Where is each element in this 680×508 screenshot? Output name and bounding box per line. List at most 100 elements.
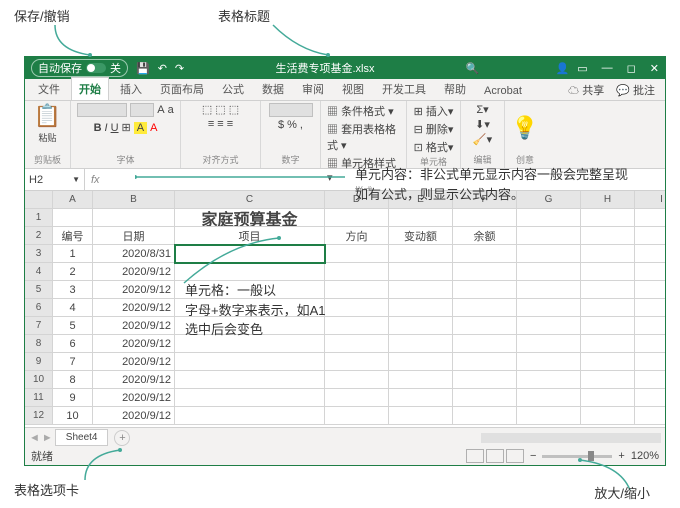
cell[interactable] <box>581 263 635 281</box>
cell[interactable] <box>581 407 635 425</box>
zoom-out-icon[interactable]: − <box>530 450 536 462</box>
cell[interactable] <box>389 389 453 407</box>
grow-font-icon[interactable]: A <box>157 104 164 116</box>
cell[interactable]: 2020/9/12 <box>93 281 175 299</box>
cell[interactable] <box>517 209 581 227</box>
user-icon[interactable]: 👤 <box>556 62 570 75</box>
cell[interactable] <box>325 281 389 299</box>
cell[interactable] <box>517 281 581 299</box>
fx-icon[interactable]: fx <box>85 174 106 186</box>
minimize-icon[interactable]: — <box>602 62 613 75</box>
zoom-slider[interactable] <box>542 455 612 458</box>
cell[interactable] <box>581 317 635 335</box>
cell[interactable]: 4 <box>53 299 93 317</box>
cell[interactable]: 变动额 <box>389 227 453 245</box>
cell[interactable] <box>325 209 389 227</box>
view-normal-icon[interactable] <box>466 449 484 463</box>
insert-cell-button[interactable]: ⊞ 插入▾ <box>414 103 454 119</box>
cell[interactable] <box>635 281 665 299</box>
cell[interactable] <box>389 263 453 281</box>
comment-button[interactable]: 💬 批注 <box>612 80 659 100</box>
cell[interactable]: 项目 <box>175 227 325 245</box>
cell[interactable] <box>325 317 389 335</box>
cell[interactable] <box>581 227 635 245</box>
cell[interactable] <box>581 245 635 263</box>
view-break-icon[interactable] <box>506 449 524 463</box>
cell[interactable] <box>517 299 581 317</box>
cell[interactable]: 10 <box>25 371 53 389</box>
fill-icon[interactable]: A <box>134 122 147 134</box>
cell[interactable] <box>517 245 581 263</box>
align-top-icon[interactable]: ⬚ <box>202 103 212 116</box>
cell[interactable] <box>25 191 53 209</box>
cell[interactable] <box>325 299 389 317</box>
cell[interactable] <box>325 371 389 389</box>
cell[interactable]: 1 <box>53 245 93 263</box>
cell[interactable] <box>635 209 665 227</box>
align-mid-icon[interactable]: ⬚ <box>215 103 225 116</box>
clear-icon[interactable]: 🧹▾ <box>473 133 492 146</box>
cell[interactable] <box>517 407 581 425</box>
cell[interactable]: 6 <box>53 335 93 353</box>
cell[interactable] <box>93 209 175 227</box>
cell[interactable] <box>325 245 389 263</box>
cell[interactable]: 2020/9/12 <box>93 263 175 281</box>
cell[interactable] <box>453 371 517 389</box>
redo-icon[interactable]: ↷ <box>175 62 184 75</box>
cell[interactable] <box>325 353 389 371</box>
paste-icon[interactable]: 📋 <box>34 103 61 129</box>
cell[interactable]: 日期 <box>93 227 175 245</box>
font-select[interactable] <box>77 103 127 117</box>
cell[interactable]: 6 <box>25 299 53 317</box>
cell[interactable]: 10 <box>53 407 93 425</box>
cell[interactable] <box>325 263 389 281</box>
tab-insert[interactable]: 插入 <box>113 78 149 100</box>
cell[interactable] <box>453 389 517 407</box>
align-bot-icon[interactable]: ⬚ <box>229 103 239 116</box>
tab-review[interactable]: 审阅 <box>295 78 331 100</box>
cell[interactable] <box>635 299 665 317</box>
zoom-level[interactable]: 120% <box>631 450 659 462</box>
add-sheet-button[interactable]: + <box>114 430 130 446</box>
cell[interactable]: B <box>93 191 175 209</box>
cell[interactable] <box>517 353 581 371</box>
cell[interactable]: 7 <box>25 317 53 335</box>
cell[interactable]: A <box>53 191 93 209</box>
cell[interactable]: 11 <box>25 389 53 407</box>
cell[interactable] <box>453 281 517 299</box>
cell[interactable] <box>581 371 635 389</box>
cell[interactable] <box>389 245 453 263</box>
percent-icon[interactable]: % <box>287 119 297 131</box>
name-box[interactable]: H2▼ <box>25 169 85 190</box>
hscroll[interactable] <box>481 433 661 443</box>
cell[interactable]: 9 <box>53 389 93 407</box>
cell[interactable] <box>635 389 665 407</box>
cell[interactable] <box>635 371 665 389</box>
cell[interactable] <box>175 389 325 407</box>
cell[interactable] <box>581 209 635 227</box>
cell[interactable] <box>581 299 635 317</box>
cell[interactable] <box>453 317 517 335</box>
cell[interactable]: 2020/8/31 <box>93 245 175 263</box>
cell[interactable]: 2020/9/12 <box>93 389 175 407</box>
font-size[interactable] <box>130 103 154 117</box>
cell[interactable] <box>635 335 665 353</box>
save-icon[interactable]: 💾 <box>136 62 150 75</box>
cell[interactable]: 编号 <box>53 227 93 245</box>
cell[interactable] <box>517 317 581 335</box>
format-cell-button[interactable]: ⊡ 格式▾ <box>414 139 454 155</box>
cell[interactable]: 7 <box>53 353 93 371</box>
cell[interactable] <box>175 407 325 425</box>
cell[interactable]: 8 <box>53 371 93 389</box>
cell[interactable]: 2020/9/12 <box>93 317 175 335</box>
cell[interactable]: 3 <box>53 281 93 299</box>
undo-icon[interactable]: ↶ <box>158 62 167 75</box>
cell[interactable] <box>389 317 453 335</box>
cell[interactable]: 1 <box>25 209 53 227</box>
cell[interactable]: 方向 <box>325 227 389 245</box>
search-icon[interactable]: 🔍 <box>466 62 480 75</box>
align-left-icon[interactable]: ≡ <box>208 118 214 130</box>
cell[interactable] <box>389 335 453 353</box>
view-layout-icon[interactable] <box>486 449 504 463</box>
cell[interactable] <box>453 209 517 227</box>
